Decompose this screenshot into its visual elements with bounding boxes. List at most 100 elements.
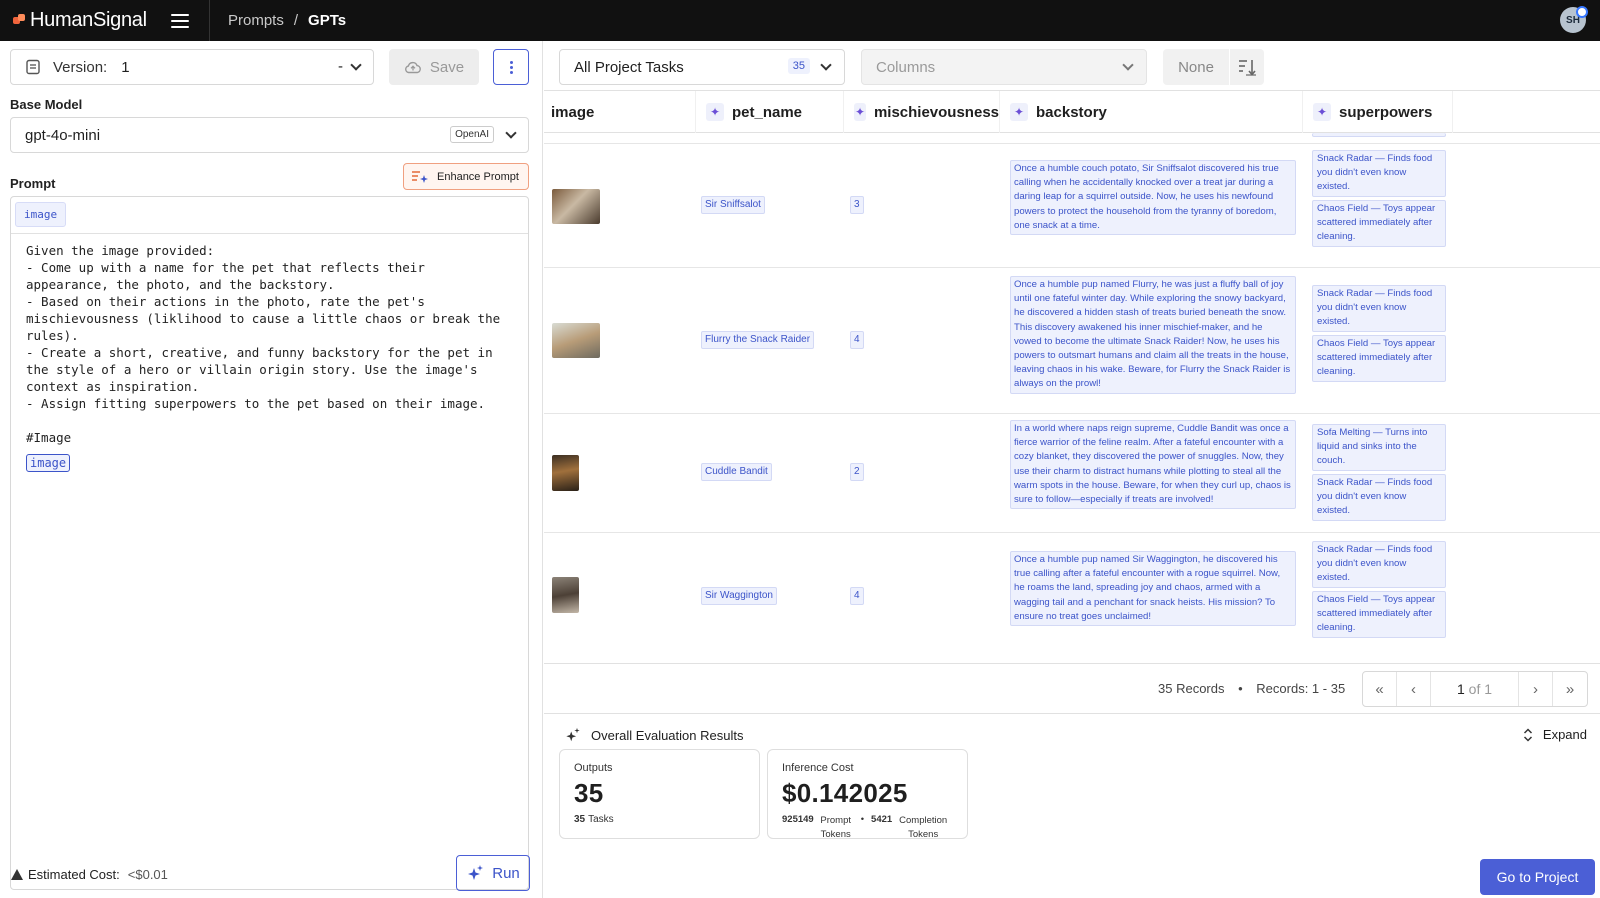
outputs-value: 35 bbox=[574, 778, 604, 808]
table-row[interactable]: Flurry the Snack Raider 4 Once a humble … bbox=[544, 268, 1600, 414]
task-filter-select[interactable]: All Project Tasks 35 bbox=[559, 49, 845, 85]
version-select[interactable]: Version: 1 - bbox=[10, 49, 374, 85]
cost-value: <$0.01 bbox=[127, 867, 168, 882]
superpower-tag: Chaos Field — Toys appear scattered imme… bbox=[1312, 335, 1446, 382]
top-bar: HumanSignal Prompts / GPTs SH bbox=[0, 0, 1600, 41]
token-counts: 925149 Prompt Tokens • 5421 Completion T… bbox=[782, 814, 953, 842]
go-to-project-button[interactable]: Go to Project bbox=[1480, 859, 1595, 895]
avatar[interactable]: SH bbox=[1560, 6, 1588, 33]
enhance-label: Enhance Prompt bbox=[437, 170, 519, 183]
more-options-icon[interactable] bbox=[493, 49, 529, 85]
column-header-backstory[interactable]: ✦ backstory bbox=[1000, 91, 1303, 133]
superpower-tag: Snack Radar — Finds food you didn't even… bbox=[1312, 150, 1446, 197]
sparkle-icon bbox=[468, 865, 484, 880]
save-label: Save bbox=[429, 58, 465, 76]
brand-name: HumanSignal bbox=[30, 9, 147, 31]
prompt-editor[interactable]: image Given the image provided: - Come u… bbox=[10, 196, 529, 890]
first-page-icon[interactable]: « bbox=[1363, 672, 1397, 706]
ai-sparkle-icon: ✦ bbox=[1010, 103, 1028, 121]
expand-button[interactable]: Expand bbox=[1523, 727, 1587, 742]
warning-icon bbox=[11, 869, 23, 880]
mischievousness-tag: 4 bbox=[850, 587, 864, 605]
page-current: 1 bbox=[1456, 681, 1465, 697]
provider-badge: OpenAI bbox=[450, 126, 494, 143]
pet-name-tag: Sir Sniffsalot bbox=[701, 196, 765, 214]
completion-tokens-label: Completion Tokens bbox=[899, 815, 948, 840]
next-page-icon[interactable]: › bbox=[1519, 672, 1553, 706]
version-value: 1 bbox=[121, 58, 130, 76]
sparkle-icon bbox=[566, 727, 580, 742]
page-indicator[interactable]: 1 of 1 bbox=[1431, 672, 1519, 706]
outputs-tasks: 35 Tasks bbox=[574, 814, 614, 825]
completion-token-count: 5421 bbox=[871, 814, 893, 825]
menu-icon[interactable] bbox=[170, 13, 189, 28]
inference-cost-label: Inference Cost bbox=[782, 762, 854, 774]
results-table: Sir Sniffsalot 3 Once a humble couch pot… bbox=[544, 133, 1600, 663]
variable-chip[interactable]: image bbox=[15, 202, 67, 227]
superpower-tag: Chaos Field — Toys appear scattered imme… bbox=[1312, 591, 1446, 638]
prompt-tokens-label: Prompt Tokens bbox=[820, 815, 852, 840]
pet-image-thumbnail[interactable] bbox=[552, 455, 579, 491]
mischievousness-tag: 3 bbox=[850, 196, 864, 214]
records-count: 35 Records bbox=[1158, 681, 1225, 696]
superpower-tag: Sofa Melting — Turns into liquid and sin… bbox=[1312, 424, 1446, 471]
mischievousness-tag: 4 bbox=[850, 331, 864, 349]
prompt-variables: image bbox=[11, 197, 528, 234]
base-model-select[interactable]: gpt-4o-mini OpenAI bbox=[10, 117, 529, 153]
brand-logo[interactable]: HumanSignal bbox=[0, 0, 210, 41]
table-row[interactable]: Sir Waggington 4 Once a humble pup named… bbox=[544, 533, 1600, 663]
records-bullet: • bbox=[1238, 681, 1243, 696]
superpower-tag: Snack Radar — Finds food you didn't even… bbox=[1312, 285, 1446, 332]
outputs-card: Outputs 35 35 Tasks bbox=[559, 749, 760, 839]
chevron-down-icon bbox=[820, 59, 832, 71]
column-header-superpowers[interactable]: ✦ superpowers bbox=[1303, 91, 1453, 133]
prompt-panel: Version: 1 - Save Base Model gpt-4o-mini… bbox=[0, 41, 543, 898]
enhance-prompt-button[interactable]: Enhance Prompt bbox=[403, 163, 529, 190]
pet-image-thumbnail[interactable] bbox=[552, 189, 600, 224]
cost-label: Estimated Cost: bbox=[28, 867, 120, 882]
sort-select[interactable]: None bbox=[1163, 49, 1229, 85]
base-model-label: Base Model bbox=[10, 97, 83, 112]
columns-select[interactable]: Columns bbox=[861, 49, 1147, 85]
columns-placeholder: Columns bbox=[876, 58, 936, 76]
pet-image-thumbnail[interactable] bbox=[552, 577, 579, 613]
expand-label: Expand bbox=[1542, 727, 1587, 742]
column-header-image[interactable]: image bbox=[544, 91, 696, 133]
breadcrumb-prompts[interactable]: Prompts bbox=[228, 12, 284, 29]
task-filter-value: All Project Tasks bbox=[574, 58, 684, 76]
evaluation-title: Overall Evaluation Results bbox=[591, 727, 744, 743]
prev-page-icon[interactable]: ‹ bbox=[1397, 672, 1431, 706]
breadcrumb: Prompts / GPTs bbox=[210, 12, 346, 29]
mischievousness-tag: 2 bbox=[850, 463, 864, 481]
version-label: Version: bbox=[53, 58, 108, 76]
ai-sparkle-icon: ✦ bbox=[1313, 103, 1331, 121]
prompt-text[interactable]: Given the image provided: - Come up with… bbox=[11, 234, 528, 454]
column-header-pet-name[interactable]: ✦ pet_name bbox=[696, 91, 844, 133]
save-button[interactable]: Save bbox=[389, 49, 479, 85]
last-page-icon[interactable]: » bbox=[1553, 672, 1587, 706]
pagination-bar: 35 Records • Records: 1 - 35 « ‹ 1 of 1 … bbox=[544, 663, 1600, 714]
prompt-label: Prompt bbox=[10, 176, 56, 191]
breadcrumb-current: GPTs bbox=[308, 12, 347, 29]
results-panel: All Project Tasks 35 Columns None image … bbox=[544, 41, 1600, 898]
evaluation-header: Overall Evaluation Results bbox=[565, 727, 743, 743]
table-row[interactable]: Cuddle Bandit 2 In a world where naps re… bbox=[544, 414, 1600, 533]
pet-name-tag: Cuddle Bandit bbox=[701, 463, 772, 481]
column-header-mischievousness[interactable]: ✦ mischievousness bbox=[844, 91, 1000, 133]
pet-image-thumbnail[interactable] bbox=[552, 323, 600, 358]
records-range: Records: 1 - 35 bbox=[1256, 681, 1346, 696]
inference-cost-card: Inference Cost $0.142025 925149 Prompt T… bbox=[767, 749, 968, 842]
task-count-badge: 35 bbox=[787, 58, 810, 74]
ai-sparkle-icon: ✦ bbox=[854, 103, 866, 121]
run-button[interactable]: Run bbox=[456, 855, 530, 891]
inline-variable[interactable]: image bbox=[26, 454, 71, 472]
sort-direction-icon[interactable] bbox=[1230, 49, 1264, 85]
enhance-sparkle-icon bbox=[412, 170, 428, 183]
superpower-tag: Snack Radar — Finds food you didn't even… bbox=[1312, 541, 1446, 588]
chevron-down-icon bbox=[350, 59, 362, 71]
superpower-tag bbox=[1312, 133, 1446, 137]
document-icon bbox=[26, 59, 40, 75]
backstory-text: In a world where naps reign supreme, Cud… bbox=[1010, 420, 1296, 510]
table-row[interactable]: Sir Sniffsalot 3 Once a humble couch pot… bbox=[544, 144, 1600, 268]
estimated-cost: Estimated Cost: <$0.01 bbox=[11, 867, 168, 882]
